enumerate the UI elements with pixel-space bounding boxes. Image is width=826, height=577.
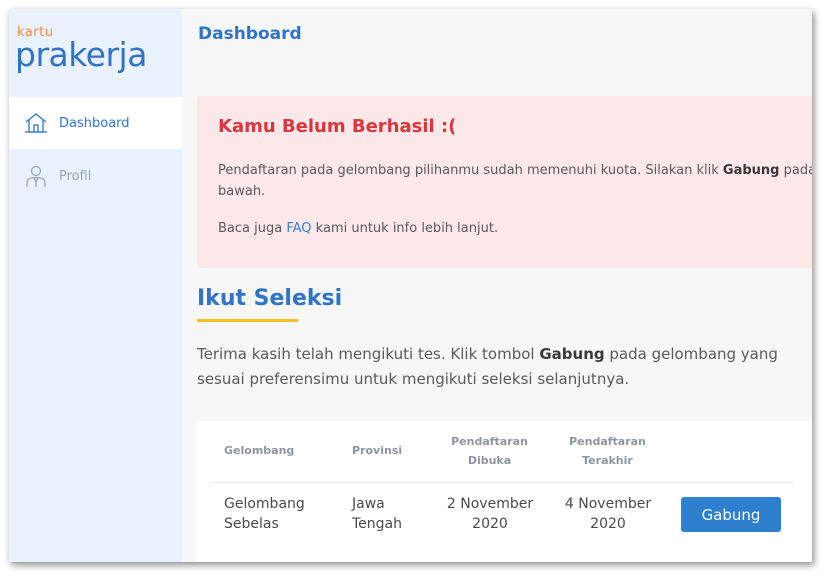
cell-dibuka-line2: 2020 xyxy=(472,516,508,532)
section-title-underline xyxy=(197,319,298,322)
page-title: Dashboard xyxy=(198,24,302,44)
alert-message: Pendaftaran pada gelombang pilihanmu sud… xyxy=(218,160,812,181)
home-icon xyxy=(24,111,48,135)
alert-message-text: Pendaftaran pada gelombang pilihanmu sud… xyxy=(218,163,723,178)
cell-provinsi-line1: Jawa xyxy=(352,496,385,512)
sidebar-item-label: Profil xyxy=(59,168,92,184)
sidebar-item-profil[interactable]: Profil xyxy=(9,150,182,202)
faq-link[interactable]: FAQ xyxy=(286,221,311,236)
column-header-dibuka-line2: Dibuka xyxy=(467,454,512,467)
alert-box: Kamu Belum Berhasil :( Pendaftaran pada … xyxy=(197,96,812,268)
gabung-button[interactable]: Gabung xyxy=(681,497,781,532)
section-intro-text: Terima kasih telah mengikuti tes. Klik t… xyxy=(197,345,540,363)
column-header-dibuka-line1: Pendaftaran xyxy=(451,435,528,448)
alert-faq-text: kami untuk info lebih lanjut. xyxy=(311,221,499,236)
user-icon xyxy=(24,164,48,188)
cell-dibuka-line1: 2 November xyxy=(446,496,534,512)
column-header-dibuka: Pendaftaran Dibuka xyxy=(437,432,542,470)
selection-table: Gelombang Provinsi Pendaftaran Dibuka Pe… xyxy=(197,421,812,562)
cell-terakhir-line2: 2020 xyxy=(590,516,626,532)
cell-gelombang: Gelombang Sebelas xyxy=(224,494,305,534)
column-header-terakhir-line2: Terakhir xyxy=(582,454,633,467)
column-header-terakhir: Pendaftaran Terakhir xyxy=(555,432,660,470)
alert-title: Kamu Belum Berhasil :( xyxy=(218,116,457,137)
cell-provinsi-line2: Tengah xyxy=(352,516,402,532)
section-intro-bold: Gabung xyxy=(539,345,605,363)
column-header-terakhir-line1: Pendaftaran xyxy=(569,435,646,448)
cell-gelombang-line1: Gelombang xyxy=(224,496,305,512)
sidebar-item-label: Dashboard xyxy=(59,115,130,131)
sidebar-item-dashboard[interactable]: Dashboard xyxy=(9,97,182,149)
cell-dibuka: 2 November 2020 xyxy=(435,494,545,534)
alert-faq-text: Baca juga xyxy=(218,221,287,236)
alert-message-text: pada g xyxy=(783,163,812,178)
main-content: Dashboard Kamu Belum Berhasil :( Pendaft… xyxy=(182,9,812,562)
cell-provinsi: Jawa Tengah xyxy=(352,494,402,534)
logo-text-big: prakerja xyxy=(15,35,147,74)
section-title: Ikut Seleksi xyxy=(197,286,343,311)
alert-message-bold: Gabung xyxy=(722,163,780,178)
cell-gelombang-line2: Sebelas xyxy=(224,516,279,532)
table-divider xyxy=(211,482,794,483)
column-header-provinsi: Provinsi xyxy=(352,444,403,457)
section-intro: Terima kasih telah mengikuti tes. Klik t… xyxy=(197,342,797,392)
cell-terakhir-line1: 4 November xyxy=(564,496,652,512)
alert-faq-line: Baca juga FAQ kami untuk info lebih lanj… xyxy=(218,218,498,239)
prakerja-logo[interactable]: kartu prakerja xyxy=(9,9,182,97)
app-window: kartu prakerja Dashboard Profil Dashboar… xyxy=(9,9,812,562)
column-header-gelombang: Gelombang xyxy=(224,444,295,457)
alert-message-line2: bawah. xyxy=(218,184,266,199)
cell-terakhir: 4 November 2020 xyxy=(553,494,663,534)
sidebar: kartu prakerja Dashboard Profil xyxy=(9,9,182,562)
